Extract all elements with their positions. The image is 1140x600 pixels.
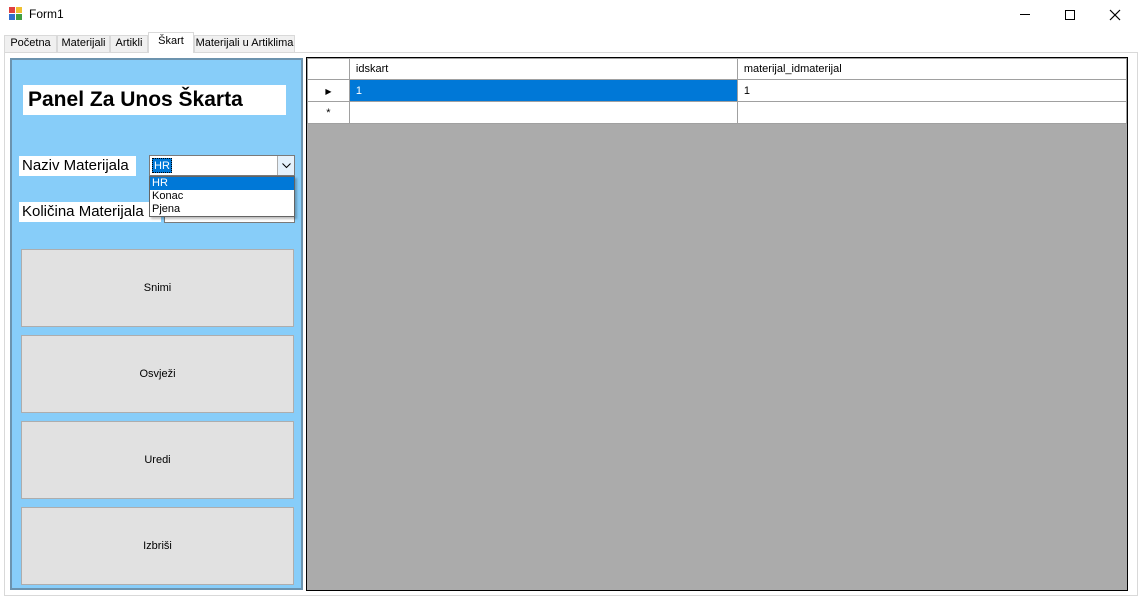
window-titlebar: Form1 <box>0 0 1140 30</box>
edit-button[interactable]: Uredi <box>21 421 294 499</box>
new-row-asterisk-icon: * <box>326 106 331 119</box>
tab-skart[interactable]: Škart <box>148 32 194 53</box>
tab-strip: Početna Materijali Artikli Škart Materij… <box>0 30 1140 53</box>
combobox-dropdown-button[interactable] <box>277 156 294 175</box>
skart-data-grid[interactable]: idskart materijal_idmaterijal ▶ 1 1 * <box>306 57 1128 591</box>
minimize-icon <box>1020 14 1030 15</box>
grid-table: idskart materijal_idmaterijal ▶ 1 1 * <box>307 58 1128 124</box>
close-button[interactable] <box>1092 0 1138 30</box>
save-button[interactable]: Snimi <box>21 249 294 327</box>
naziv-materijala-label: Naziv Materijala <box>19 156 136 176</box>
maximize-icon <box>1065 10 1075 20</box>
row-header-new[interactable]: * <box>307 101 350 124</box>
winforms-app-icon <box>9 7 23 21</box>
grid-header-row: idskart materijal_idmaterijal <box>307 58 1128 80</box>
cell-materijal-idmaterijal[interactable]: 1 <box>736 79 1128 102</box>
tab-artikli[interactable]: Artikli <box>110 35 148 52</box>
tab-materijali-u-artiklima[interactable]: Materijali u Artiklima <box>194 35 295 52</box>
column-header-idskart[interactable]: idskart <box>348 58 738 80</box>
refresh-button[interactable]: Osvježi <box>21 335 294 413</box>
row-header-current[interactable]: ▶ <box>307 79 350 102</box>
combobox-value: HR <box>152 158 172 173</box>
dropdown-option-hr[interactable]: HR <box>150 177 294 190</box>
grid-corner-header[interactable] <box>307 58 350 80</box>
current-row-arrow-icon: ▶ <box>325 86 332 96</box>
column-header-materijal-idmaterijal[interactable]: materijal_idmaterijal <box>736 58 1128 80</box>
new-row[interactable]: * <box>307 101 1128 124</box>
window-title: Form1 <box>29 7 64 21</box>
maximize-button[interactable] <box>1047 0 1093 30</box>
combobox-dropdown-list: HR Konac Pjena <box>149 176 295 217</box>
material-combobox[interactable]: HR <box>149 155 295 176</box>
new-cell-idskart[interactable] <box>348 101 738 124</box>
tab-pocetna[interactable]: Početna <box>4 35 57 52</box>
panel-title: Panel Za Unos Škarta <box>23 85 286 115</box>
cell-idskart[interactable]: 1 <box>348 79 738 102</box>
minimize-button[interactable] <box>1002 0 1048 30</box>
new-cell-materijal-idmaterijal[interactable] <box>736 101 1128 124</box>
table-row[interactable]: ▶ 1 1 <box>307 79 1128 102</box>
dropdown-option-pjena[interactable]: Pjena <box>150 203 294 216</box>
delete-button[interactable]: Izbriši <box>21 507 294 585</box>
kolicina-materijala-label: Količina Materijala <box>19 202 161 222</box>
close-icon <box>1109 9 1121 21</box>
tab-materijali[interactable]: Materijali <box>57 35 110 52</box>
chevron-down-icon <box>282 163 291 169</box>
dropdown-option-konac[interactable]: Konac <box>150 190 294 203</box>
